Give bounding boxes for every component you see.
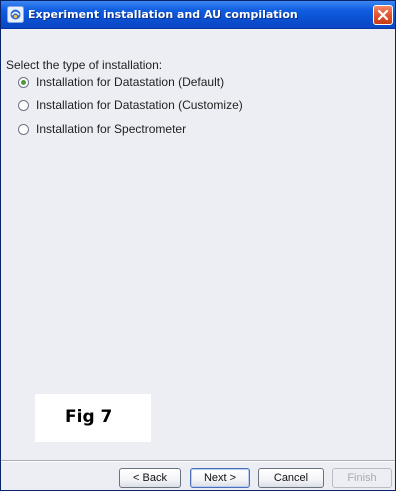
title-bar[interactable]: Experiment installation and AU compilati… [1, 1, 395, 29]
option-label: Installation for Datastation (Customize) [36, 98, 243, 112]
window-title: Experiment installation and AU compilati… [28, 8, 298, 21]
figure-label-box: Fig 7 [35, 394, 151, 442]
installer-dialog: Experiment installation and AU compilati… [0, 0, 396, 491]
option-spectrometer[interactable]: Installation for Spectrometer [18, 121, 186, 137]
cancel-button[interactable]: Cancel [258, 468, 324, 488]
installation-type-prompt: Select the type of installation: [6, 58, 163, 72]
option-label: Installation for Spectrometer [36, 122, 187, 136]
option-label: Installation for Datastation (Default) [36, 75, 225, 89]
button-bar: < Back Next > Cancel Finish [1, 462, 395, 490]
finish-button[interactable]: Finish [332, 468, 392, 488]
figure-label: Fig 7 [65, 407, 113, 427]
radio-button[interactable] [18, 123, 29, 135]
close-button[interactable] [373, 5, 393, 25]
option-datastation-default[interactable]: Installation for Datastation (Default) [18, 74, 224, 90]
option-datastation-customize[interactable]: Installation for Datastation (Customize) [18, 97, 243, 113]
radio-button-checked[interactable] [18, 76, 29, 88]
radio-button[interactable] [18, 99, 29, 111]
back-button[interactable]: < Back [119, 468, 181, 488]
next-button[interactable]: Next > [190, 468, 250, 488]
app-icon [7, 6, 24, 23]
close-icon [377, 9, 389, 21]
